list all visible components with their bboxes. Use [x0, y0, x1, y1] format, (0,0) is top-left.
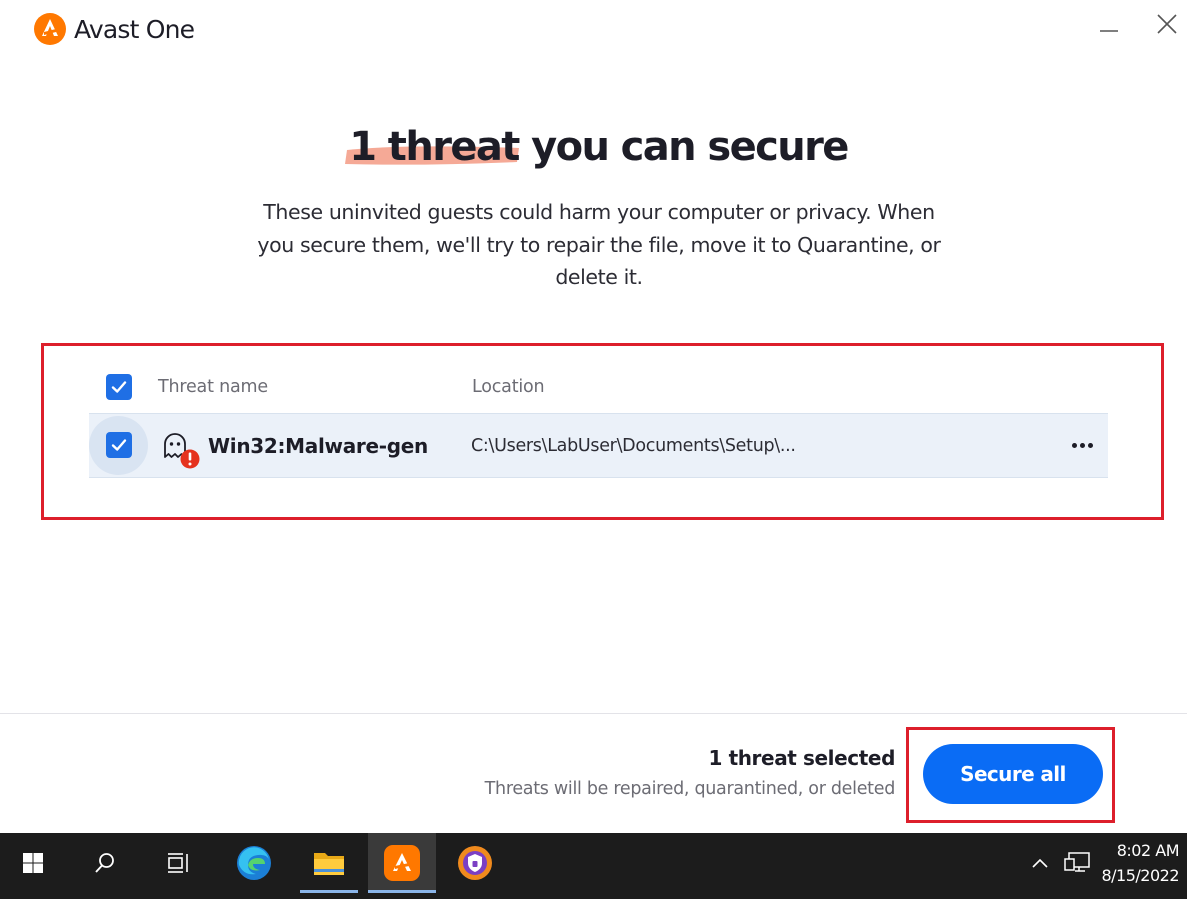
- task-view-icon: [168, 853, 188, 873]
- annotation-box-secure-button: [906, 727, 1115, 823]
- start-button[interactable]: [5, 833, 61, 893]
- secure-browser-icon: [458, 846, 492, 880]
- show-hidden-icons-button[interactable]: [1025, 833, 1055, 893]
- minimize-button[interactable]: [1093, 8, 1125, 40]
- description-text: These uninvited guests could harm your c…: [257, 200, 941, 289]
- search-icon: [95, 853, 114, 873]
- edge-icon: [237, 846, 271, 880]
- clock-time: 8:02 AM: [1116, 841, 1180, 860]
- taskbar-avast-secure-browser[interactable]: [447, 833, 503, 893]
- running-indicator: [300, 890, 358, 893]
- clock-date: 8/15/2022: [1101, 866, 1179, 885]
- close-button[interactable]: [1151, 8, 1183, 40]
- network-icon: [1064, 852, 1090, 872]
- taskbar: 8:02 AM 8/15/2022: [0, 833, 1187, 899]
- action-note: Threats will be repaired, quarantined, o…: [484, 779, 896, 799]
- footer-divider: [0, 713, 1187, 714]
- selected-count: 1 threat selected: [708, 746, 895, 770]
- taskbar-search-button[interactable]: [77, 833, 133, 893]
- title-highlight: 1 threat: [345, 124, 520, 170]
- windows-start-icon: [23, 853, 43, 873]
- network-status-button[interactable]: [1060, 833, 1094, 893]
- task-view-button[interactable]: [150, 833, 206, 893]
- page-title: 1 threat you can secure: [0, 124, 1187, 170]
- close-icon: [1157, 14, 1177, 34]
- annotation-box-threat-list: [41, 343, 1164, 520]
- active-indicator: [368, 890, 436, 893]
- chevron-up-icon: [1032, 858, 1048, 868]
- taskbar-edge[interactable]: [226, 833, 282, 893]
- app-name: Avast One: [74, 14, 195, 44]
- system-clock[interactable]: 8:02 AM 8/15/2022: [1097, 838, 1179, 888]
- taskbar-avast-one[interactable]: [368, 833, 436, 893]
- taskbar-file-explorer[interactable]: [300, 833, 358, 893]
- avast-window: Avast One 1 threat you can secure These …: [0, 0, 1187, 833]
- app-brand: Avast One: [33, 12, 195, 46]
- avast-logo-icon: [34, 13, 66, 45]
- title-rest: you can secure: [518, 124, 849, 170]
- folder-icon: [314, 853, 344, 875]
- minimize-icon: [1100, 30, 1118, 32]
- avast-one-app-icon: [384, 845, 420, 881]
